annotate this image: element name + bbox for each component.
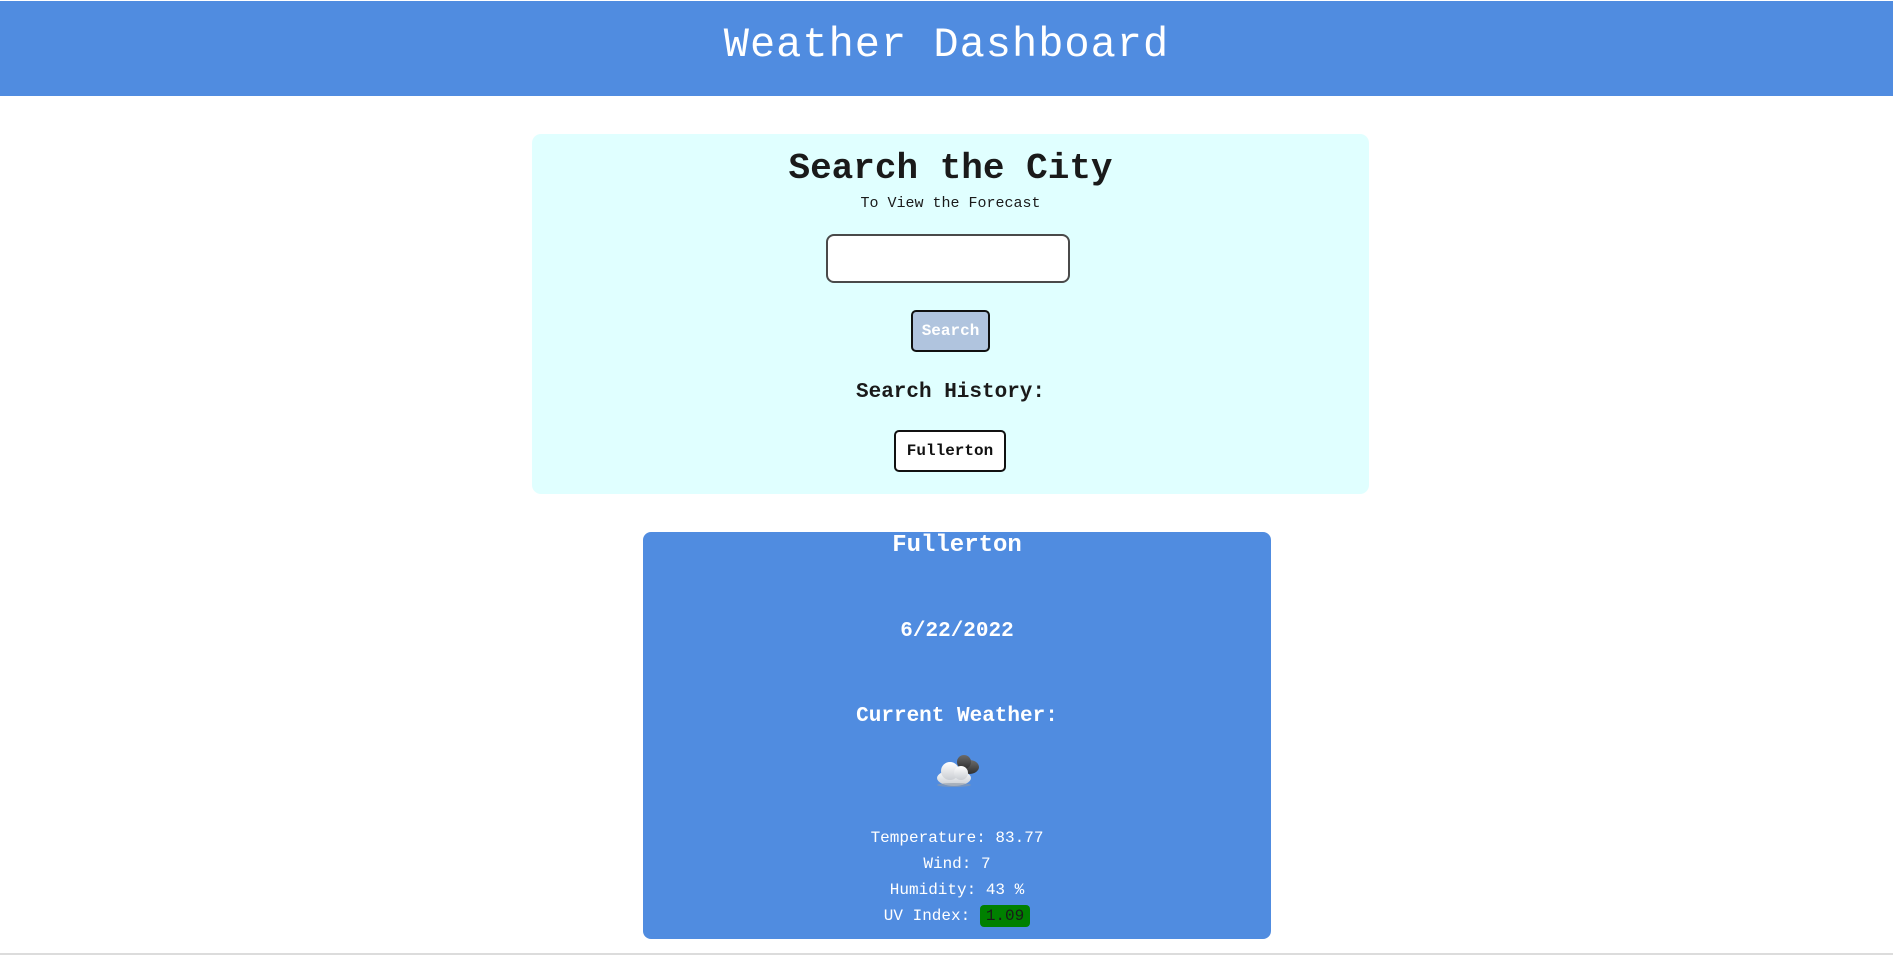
wind-row: Wind: 7 <box>643 851 1271 877</box>
city-name: Fullerton <box>892 532 1022 559</box>
search-title: Search the City <box>788 148 1113 189</box>
history-item-fullerton[interactable]: Fullerton <box>894 430 1006 472</box>
search-history-heading: Search History: <box>855 381 1046 404</box>
uv-index-label: UV Index: <box>883 907 971 925</box>
uv-index-row: UV Index: 1.09 <box>643 903 1271 929</box>
current-date: 6/22/2022 <box>900 620 1014 643</box>
search-subtitle: To View the Forecast <box>860 195 1041 212</box>
cloud-sun-icon <box>937 755 979 787</box>
humidity-row: Humidity: 43 % <box>643 877 1271 903</box>
search-button[interactable]: Search <box>911 310 990 352</box>
uv-index-badge: 1.09 <box>979 905 1031 927</box>
page-title: Weather Dashboard <box>723 20 1170 69</box>
current-weather-card: Fullerton 6/22/2022 Current Weather: Tem… <box>643 532 1271 939</box>
wind-label: Wind: <box>923 855 972 873</box>
temperature-label: Temperature: <box>870 829 986 847</box>
humidity-value: 43 % <box>985 881 1025 899</box>
search-panel: Search the City To View the Forecast Sea… <box>532 134 1369 494</box>
wind-value: 7 <box>981 855 991 873</box>
temperature-row: Temperature: 83.77 <box>643 825 1271 851</box>
page-bottom-divider <box>0 953 1893 955</box>
current-weather-heading: Current Weather: <box>856 705 1058 728</box>
weather-stats: Temperature: 83.77 Wind: 7 Humidity: 43 … <box>643 825 1271 929</box>
app-header: Weather Dashboard <box>0 1 1893 96</box>
city-search-input[interactable] <box>826 234 1070 283</box>
temperature-value: 83.77 <box>995 829 1044 847</box>
humidity-label: Humidity: <box>889 881 977 899</box>
